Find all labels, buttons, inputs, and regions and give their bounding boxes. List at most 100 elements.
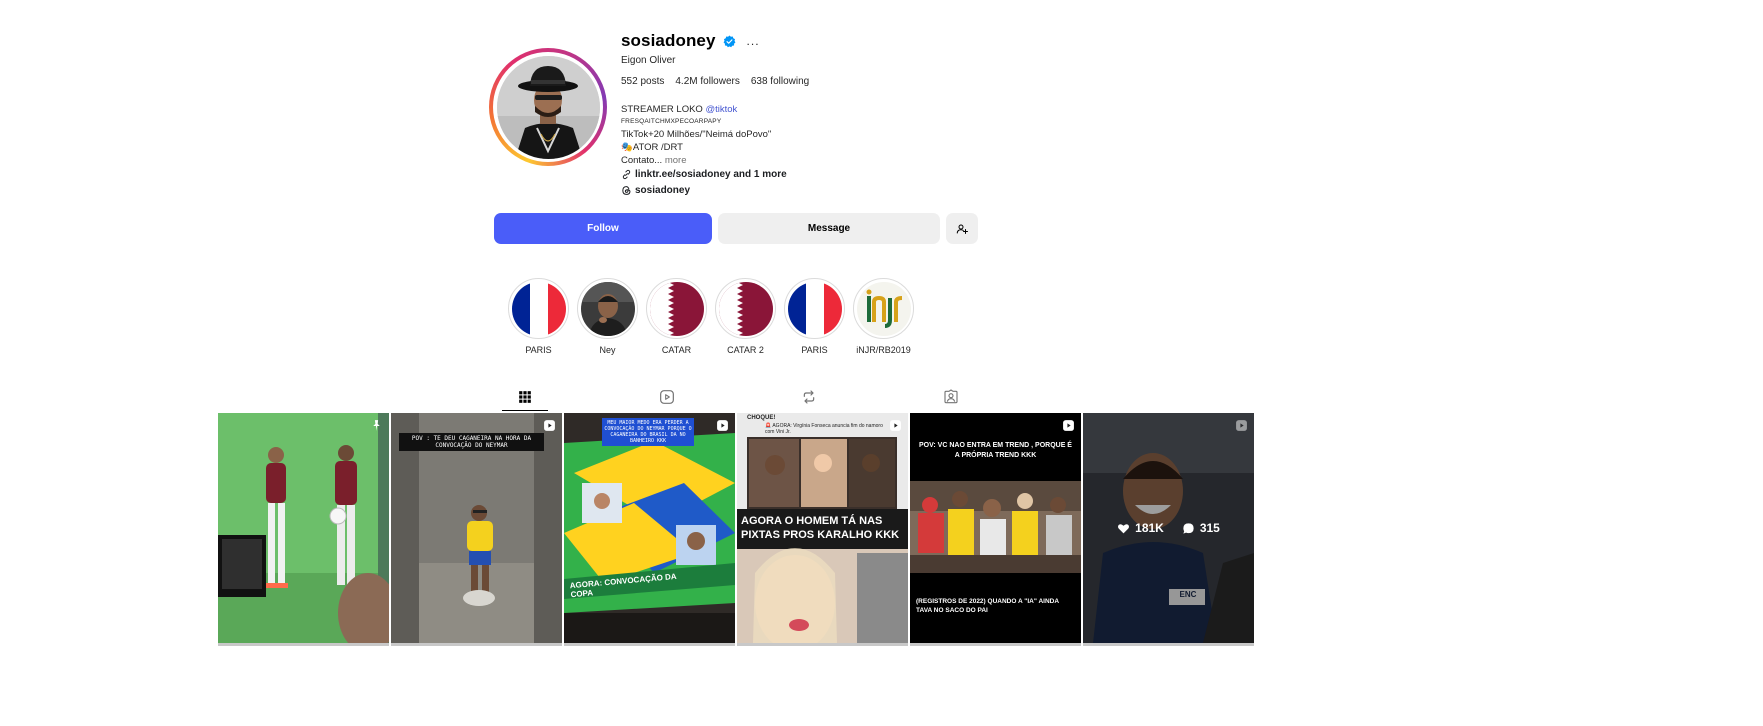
highlight-ring	[784, 278, 845, 339]
highlight-label: PARIS	[525, 345, 552, 355]
bio-line-1: STREAMER LOKO @tiktok	[621, 103, 771, 116]
post-header: CHOQUE!	[747, 415, 776, 421]
followers-link[interactable]: 4.2M followers	[675, 76, 739, 87]
post-caption: POV: VC NAO ENTRA EM TREND , PORQUE É A …	[919, 442, 1072, 459]
comment-icon	[1183, 522, 1194, 534]
highlight-cover	[511, 281, 566, 336]
njr-logo-image	[856, 281, 911, 336]
post-image	[218, 413, 389, 643]
avatar-photo	[496, 55, 600, 159]
highlight-item[interactable]: PARIS	[780, 278, 849, 355]
grid-icon	[519, 390, 531, 403]
tab-reels[interactable]	[644, 382, 690, 411]
avatar-gap	[493, 52, 603, 162]
repost-icon	[803, 389, 815, 404]
tab-reposts[interactable]	[786, 382, 832, 411]
reels-icon	[660, 389, 674, 404]
profile-avatar-ring[interactable]	[489, 48, 607, 166]
story-highlights: PARIS Ney CATAR CATAR 2 PARIS iNJR/RB201…	[504, 278, 918, 355]
comments-stat: 315	[1182, 521, 1220, 535]
highlight-cover	[718, 281, 773, 336]
reel-icon	[717, 420, 728, 431]
post-caption: AGORA O HOMEM TÁ NAS PIXTAS PROS KARALHO…	[741, 515, 900, 541]
profile-tabs	[502, 382, 974, 411]
highlight-ring	[715, 278, 776, 339]
tab-tagged[interactable]	[928, 382, 974, 411]
highlight-item[interactable]: CATAR 2	[711, 278, 780, 355]
highlight-ring	[646, 278, 707, 339]
reel-icon	[890, 420, 901, 431]
threads-handle: sosiadoney	[635, 185, 691, 196]
reel-icon	[1236, 420, 1247, 431]
post-thumbnail-hovered[interactable]: ENC 181K 315	[1083, 413, 1254, 643]
post-hover-overlay: 181K 315	[1083, 413, 1254, 643]
highlight-item[interactable]: Ney	[573, 278, 642, 355]
bio-line-4: 🎭ATOR /DRT	[621, 142, 683, 153]
highlight-item[interactable]: iNJR/RB2019	[849, 278, 918, 355]
reel-icon	[1063, 420, 1074, 431]
highlight-ring	[853, 278, 914, 339]
bio-mention-link[interactable]: @tiktok	[705, 104, 737, 115]
post-thumbnail-partial[interactable]	[1083, 643, 1254, 646]
following-link[interactable]: 638 following	[751, 76, 809, 87]
options-icon[interactable]: ...	[747, 35, 760, 47]
profile-bio: STREAMER LOKO @tiktok FRESQAITCHMXPECOAR…	[621, 103, 771, 167]
full-name: Eigon Oliver	[621, 55, 676, 66]
highlight-label: PARIS	[801, 345, 828, 355]
highlight-label: iNJR/RB2019	[856, 345, 911, 355]
posts-grid: POV : TE DEU CAGANEIRA NA HORA DA CONVOC…	[218, 413, 1254, 726]
qatar-flag-image	[649, 281, 704, 336]
post-thumbnail[interactable]: MEU MAIOR MEDO ERA PERDER A CONVOCAÇÃO D…	[564, 413, 735, 643]
posts-count: 552 posts	[621, 76, 665, 87]
post-thumbnail[interactable]: POV : TE DEU CAGANEIRA NA HORA DA CONVOC…	[391, 413, 562, 643]
qatar-flag-image	[718, 281, 773, 336]
france-flag-image	[511, 281, 566, 336]
suggested-accounts-button[interactable]	[946, 213, 978, 244]
bio-line-3: TikTok+20 Milhões/"Neimá doPovo"	[621, 129, 772, 140]
highlight-label: Ney	[599, 345, 616, 355]
external-link-text: linktr.ee/sosiadoney and 1 more	[635, 169, 787, 180]
post-thumbnail-partial[interactable]	[391, 643, 562, 646]
heart-icon	[1118, 523, 1130, 533]
tagged-user-icon	[944, 388, 958, 403]
username: sosiadoney	[621, 31, 716, 50]
highlight-item[interactable]: PARIS	[504, 278, 573, 355]
likes-count: 181K	[1135, 521, 1164, 535]
threads-link[interactable]: sosiadoney	[621, 185, 690, 196]
highlight-photo-image	[580, 281, 635, 336]
post-thumbnail[interactable]	[218, 413, 389, 643]
link-icon	[622, 169, 631, 180]
bio-line-5: Contato... more	[621, 154, 771, 167]
bio-more-link[interactable]: more	[665, 155, 687, 166]
tab-posts[interactable]	[502, 382, 548, 411]
reel-icon	[544, 420, 555, 431]
post-thumbnail[interactable]: CHOQUE! 🚨 AGORA: Virgínia Fonseca anunci…	[737, 413, 908, 643]
avatar	[496, 55, 600, 159]
post-caption: POV : TE DEU CAGANEIRA NA HORA DA CONVOC…	[399, 433, 544, 451]
post-thumbnail-partial[interactable]	[564, 643, 735, 646]
post-thumbnail[interactable]: POV: VC NAO ENTRA EM TREND , PORQUE É A …	[910, 413, 1081, 643]
threads-icon	[622, 186, 631, 195]
post-thumbnail-partial[interactable]	[218, 643, 389, 646]
external-link[interactable]: linktr.ee/sosiadoney and 1 more	[621, 169, 787, 180]
follow-button[interactable]: Follow	[494, 213, 712, 244]
france-flag-image	[787, 281, 842, 336]
post-news-text: 🚨 AGORA: Virgínia Fonseca anuncia fim do…	[765, 423, 883, 435]
add-user-icon	[956, 224, 968, 234]
post-thumbnail-partial[interactable]	[910, 643, 1081, 646]
highlight-cover	[856, 281, 911, 336]
message-button[interactable]: Message	[718, 213, 940, 244]
highlight-item[interactable]: CATAR	[642, 278, 711, 355]
highlight-ring	[577, 278, 638, 339]
highlight-label: CATAR	[661, 345, 692, 355]
highlight-cover	[649, 281, 704, 336]
pinned-icon	[373, 420, 380, 431]
post-caption: MEU MAIOR MEDO ERA PERDER A CONVOCAÇÃO D…	[602, 418, 694, 446]
highlight-ring	[508, 278, 569, 339]
bio-text-1: STREAMER LOKO	[621, 104, 706, 115]
post-thumbnail-partial[interactable]	[737, 643, 908, 646]
next-row-preview	[218, 643, 1254, 646]
bio-text-5: Contato...	[621, 155, 665, 166]
likes-stat: 181K	[1117, 521, 1164, 535]
profile-name-row: sosiadoney ...	[621, 31, 760, 51]
